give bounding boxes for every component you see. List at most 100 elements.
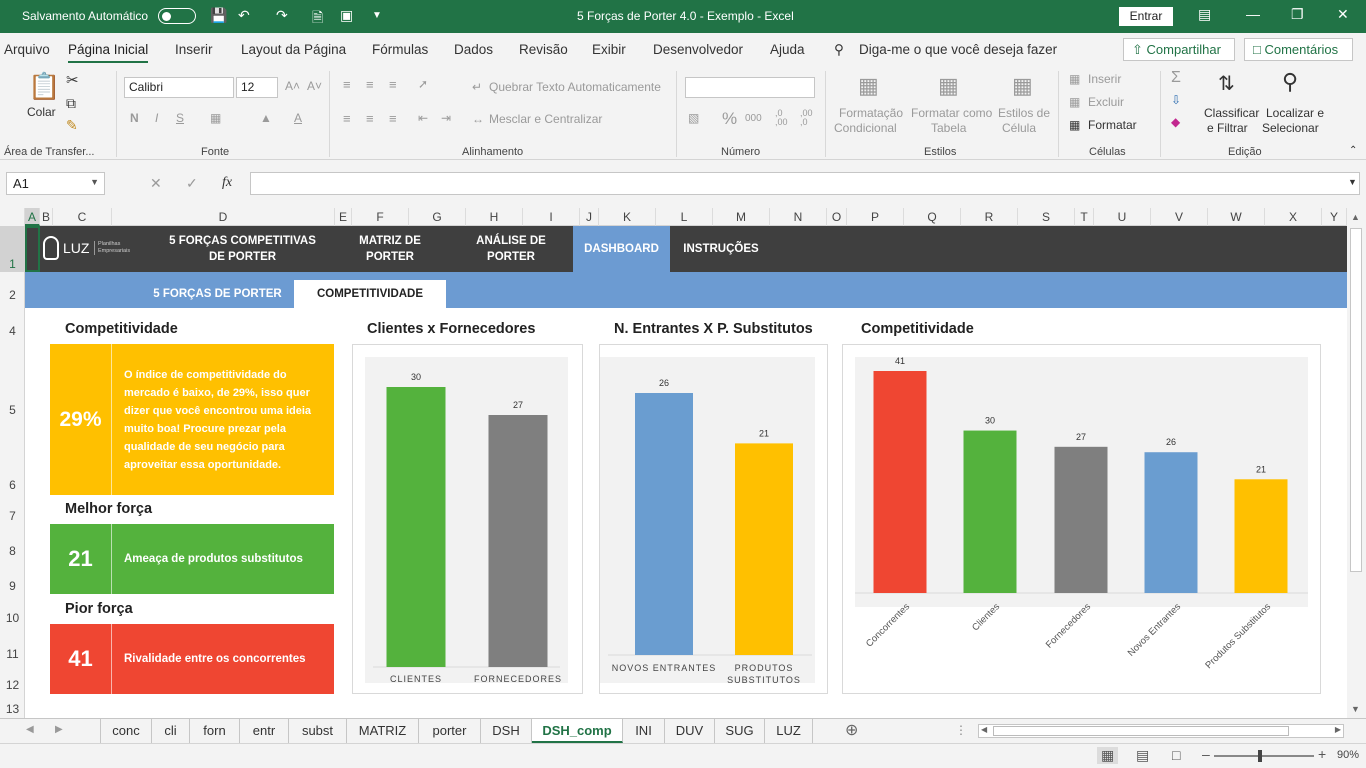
- font-size-select[interactable]: 12: [236, 77, 278, 98]
- col-header-k[interactable]: K: [599, 208, 656, 226]
- row-header-13[interactable]: 13: [0, 700, 25, 718]
- nav-matriz[interactable]: MATRIZ DE PORTER: [347, 226, 433, 272]
- col-header-e[interactable]: E: [335, 208, 352, 226]
- autosum-icon[interactable]: Σ: [1171, 69, 1181, 87]
- fill-icon[interactable]: ⇩: [1171, 93, 1181, 107]
- sheet-tab-entr[interactable]: entr: [240, 719, 289, 743]
- sheet-tab-dsh-comp[interactable]: DSH_comp: [532, 719, 623, 743]
- increase-decimal-icon[interactable]: ,0,00: [775, 109, 788, 127]
- thousands-icon[interactable]: 000: [745, 113, 762, 124]
- sheet-tab-luz[interactable]: LUZ: [765, 719, 813, 743]
- sheet-tab-porter[interactable]: porter: [419, 719, 481, 743]
- align-top-icon[interactable]: ≡: [343, 77, 351, 92]
- format-table-label-2[interactable]: Tabela: [931, 121, 966, 135]
- collapse-ribbon-icon[interactable]: ⌃: [1349, 145, 1357, 156]
- insert-function-icon[interactable]: fx: [222, 175, 232, 191]
- zoom-level[interactable]: 90%: [1337, 749, 1359, 761]
- select-all-corner[interactable]: [0, 208, 25, 226]
- scroll-up-icon[interactable]: ▲: [1351, 212, 1360, 222]
- col-header-h[interactable]: H: [466, 208, 523, 226]
- percent-icon[interactable]: %: [722, 109, 737, 129]
- col-header-i[interactable]: I: [523, 208, 580, 226]
- col-header-v[interactable]: V: [1151, 208, 1208, 226]
- sheet-tab-sug[interactable]: SUG: [715, 719, 765, 743]
- paste-label[interactable]: Colar: [27, 105, 56, 119]
- minimize-icon[interactable]: —: [1246, 6, 1260, 22]
- font-name-select[interactable]: Calibri: [124, 77, 234, 98]
- menu-ajuda[interactable]: Ajuda: [770, 42, 805, 57]
- shrink-font-icon[interactable]: A˅: [307, 79, 322, 93]
- name-box[interactable]: A1 ▼: [6, 172, 105, 195]
- underline-icon[interactable]: S: [176, 111, 184, 125]
- subnav-5-forcas[interactable]: 5 FORÇAS DE PORTER: [140, 280, 295, 308]
- zoom-in-icon[interactable]: +: [1318, 746, 1326, 762]
- nav-5-forcas[interactable]: 5 FORÇAS COMPETITIVAS DE PORTER: [165, 226, 320, 272]
- zoom-out-icon[interactable]: –: [1202, 746, 1210, 762]
- col-header-u[interactable]: U: [1094, 208, 1151, 226]
- chart-entrantes-substitutos-panel[interactable]: 26 NOVOS ENTRANTES 21 PRODUTOS SUBSTITUTOS: [599, 344, 828, 694]
- col-header-q[interactable]: Q: [904, 208, 961, 226]
- vertical-scrollbar[interactable]: ▲ ▼: [1347, 208, 1366, 718]
- borders-icon[interactable]: ▦: [210, 111, 221, 125]
- ribbon-display-icon[interactable]: ▤: [1198, 6, 1211, 23]
- row-header-12[interactable]: 12: [0, 670, 25, 700]
- merge-icon[interactable]: ↔: [472, 112, 484, 126]
- insert-cells-button[interactable]: Inserir: [1088, 72, 1121, 86]
- bold-icon[interactable]: N: [130, 111, 139, 125]
- italic-icon[interactable]: I: [155, 111, 158, 125]
- new-file-icon[interactable]: 🗎: [312, 7, 323, 31]
- expand-formula-icon[interactable]: ▼: [1348, 177, 1357, 187]
- signin-button[interactable]: Entrar: [1119, 7, 1173, 26]
- sheet-tab-cli[interactable]: cli: [152, 719, 190, 743]
- horizontal-scroll-thumb[interactable]: [993, 726, 1289, 736]
- chart-competitividade-panel[interactable]: 41 Concorrentes 30 Clientes 27 Fornecedores 26…: [842, 344, 1321, 694]
- cell-styles-label-1[interactable]: Estilos de: [998, 106, 1050, 120]
- sheet-tab-subst[interactable]: subst: [289, 719, 347, 743]
- number-format-select[interactable]: [685, 77, 815, 98]
- insert-cells-icon[interactable]: ▦: [1069, 72, 1080, 86]
- cond-format-label-1[interactable]: Formatação: [839, 106, 903, 120]
- sheet-tab-ini[interactable]: INI: [623, 719, 665, 743]
- comments-button[interactable]: □ Comentários: [1244, 38, 1353, 61]
- col-header-p[interactable]: P: [847, 208, 904, 226]
- copy-icon[interactable]: ⧉: [66, 95, 76, 112]
- menu-pagina-inicial[interactable]: Página Inicial: [68, 42, 149, 63]
- delete-cells-button[interactable]: Excluir: [1088, 95, 1124, 109]
- horizontal-scrollbar[interactable]: ◀ ▶: [978, 724, 1344, 738]
- find-select-label-2[interactable]: Selecionar: [1262, 121, 1319, 135]
- zoom-slider-thumb[interactable]: [1258, 750, 1262, 762]
- col-header-o[interactable]: O: [827, 208, 847, 226]
- find-select-label-1[interactable]: Localizar e: [1266, 106, 1324, 120]
- zoom-slider[interactable]: [1214, 755, 1314, 757]
- sort-filter-label-1[interactable]: Classificar: [1204, 106, 1259, 120]
- chart-clientes-fornecedores-panel[interactable]: 30 CLIENTES 27 FORNECEDORES: [352, 344, 583, 694]
- menu-desenvolvedor[interactable]: Desenvolvedor: [653, 42, 743, 57]
- page-layout-view-icon[interactable]: ▤: [1136, 747, 1149, 764]
- wrap-text-icon[interactable]: ↵: [472, 80, 482, 94]
- tell-me-search[interactable]: Diga-me o que você deseja fazer: [859, 42, 1057, 57]
- sort-filter-icon[interactable]: ⇅: [1218, 71, 1235, 96]
- share-button[interactable]: ⇧ Compartilhar: [1123, 38, 1235, 61]
- paste-icon[interactable]: 📋: [28, 71, 60, 102]
- maximize-icon[interactable]: ❐: [1291, 6, 1304, 23]
- row-header-11[interactable]: 11: [0, 634, 25, 670]
- lightbulb-search-icon[interactable]: ⚲: [834, 42, 844, 58]
- col-header-w[interactable]: W: [1208, 208, 1265, 226]
- cond-format-label-2[interactable]: Condicional: [834, 121, 897, 135]
- font-color-icon[interactable]: A: [294, 111, 302, 125]
- orientation-icon[interactable]: ➚: [418, 77, 428, 91]
- tab-scroll-left-icon[interactable]: ◀: [26, 724, 34, 735]
- align-middle-icon[interactable]: ≡: [366, 77, 374, 92]
- scroll-down-icon[interactable]: ▼: [1351, 704, 1360, 714]
- autosave-toggle[interactable]: [158, 8, 196, 24]
- enter-icon[interactable]: ✓: [186, 175, 198, 192]
- decrease-indent-icon[interactable]: ⇤: [418, 111, 428, 125]
- find-icon[interactable]: ⚲: [1282, 69, 1298, 95]
- merge-center-button[interactable]: Mesclar e Centralizar: [489, 112, 602, 126]
- format-table-label-1[interactable]: Formatar como: [911, 106, 992, 120]
- col-header-n[interactable]: N: [770, 208, 827, 226]
- col-header-y[interactable]: Y: [1322, 208, 1347, 226]
- subnav-competitividade[interactable]: COMPETITIVIDADE: [294, 280, 446, 308]
- sheet-tab-dsh[interactable]: DSH: [481, 719, 532, 743]
- menu-exibir[interactable]: Exibir: [592, 42, 626, 57]
